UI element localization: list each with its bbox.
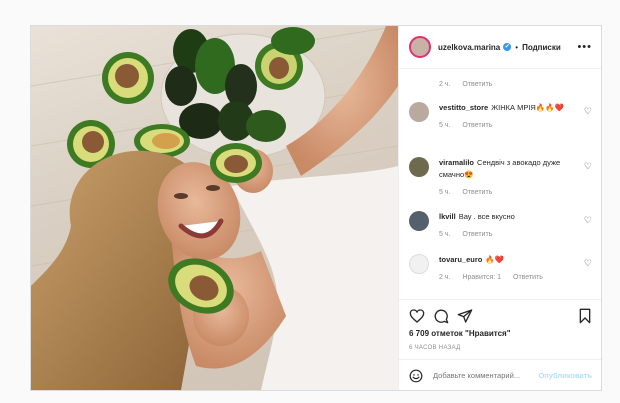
comment-meta: 5 ч. Ответить bbox=[439, 187, 570, 199]
comment-reply-button[interactable]: Ответить bbox=[462, 231, 492, 238]
share-paper-plane-icon[interactable] bbox=[457, 308, 473, 324]
comment-avatar[interactable] bbox=[409, 254, 429, 274]
follow-button[interactable]: Подписки bbox=[522, 43, 561, 52]
comment-body: tovaru_euro 🔥❤️ 2 ч. Нравится: 1 Ответить bbox=[439, 254, 570, 284]
comment-username[interactable]: lkvill bbox=[439, 212, 456, 221]
like-heart-icon[interactable] bbox=[409, 308, 425, 324]
publish-comment-button[interactable]: Опубликовать bbox=[538, 371, 592, 380]
comment-time: 2 ч. bbox=[439, 81, 451, 88]
post-photo[interactable] bbox=[31, 26, 398, 390]
author-username[interactable]: uzelkova.marina bbox=[438, 43, 500, 52]
author-avatar[interactable] bbox=[409, 36, 431, 58]
comment-body: viramalilo Сендвіч з авокадо дуже смачно😍… bbox=[439, 157, 570, 199]
like-comment-heart-icon[interactable]: ♡ bbox=[584, 215, 592, 226]
comment-username[interactable]: viramalilo bbox=[439, 158, 474, 167]
comment-time: 5 ч. bbox=[439, 231, 451, 238]
comment-reply-button[interactable]: Ответить bbox=[462, 81, 492, 88]
comment-input[interactable] bbox=[431, 370, 539, 381]
comment-time: 5 ч. bbox=[439, 189, 451, 196]
comment-username[interactable]: tovaru_euro bbox=[439, 255, 482, 264]
comment-reply-button[interactable]: Ответить bbox=[462, 122, 492, 129]
comment-text: ЖІНКА МРІЯ🔥🔥❤️ bbox=[491, 103, 564, 112]
post-header: uzelkova.marina ✔ • Подписки ••• bbox=[399, 26, 601, 69]
like-comment-heart-icon[interactable]: ♡ bbox=[584, 258, 592, 269]
like-comment-heart-icon[interactable]: ♡ bbox=[584, 106, 592, 117]
comment-text: Вау . все вкусно bbox=[458, 212, 515, 221]
comment-reply-button[interactable]: Ответить bbox=[462, 189, 492, 196]
comment-meta: 5 ч. Ответить bbox=[439, 229, 570, 241]
more-options-icon[interactable]: ••• bbox=[577, 41, 592, 53]
comment-time: 5 ч. bbox=[439, 122, 451, 129]
verified-badge-icon: ✔ bbox=[503, 43, 512, 51]
comment-meta: 2 ч. Ответить bbox=[439, 79, 570, 91]
comment-body: lkvill Вау . все вкусно 5 ч. Ответить bbox=[439, 211, 570, 241]
emoji-smiley-icon[interactable] bbox=[409, 369, 423, 383]
likes-count[interactable]: 6 709 отметок "Нравится" bbox=[409, 329, 511, 338]
comment-bubble-icon[interactable] bbox=[433, 308, 449, 324]
action-icons-row bbox=[409, 308, 592, 326]
comment-avatar[interactable] bbox=[409, 211, 429, 231]
comment-avatar[interactable] bbox=[409, 102, 429, 122]
comment-meta: 2 ч. Нравится: 1 Ответить bbox=[439, 272, 570, 284]
save-bookmark-icon[interactable] bbox=[578, 308, 592, 324]
post-time-ago: 6 ЧАСОВ НАЗАД bbox=[409, 345, 461, 351]
comment-meta: 5 ч. Ответить bbox=[439, 120, 570, 132]
comment-time: 2 ч. bbox=[439, 274, 451, 281]
post-sidebar: uzelkova.marina ✔ • Подписки ••• 2 ч. От… bbox=[398, 26, 601, 390]
header-separator: • bbox=[515, 42, 519, 52]
comment-avatar[interactable] bbox=[409, 157, 429, 177]
post-photo-illustration bbox=[31, 26, 398, 390]
comment-likes-count[interactable]: Нравится: 1 bbox=[462, 274, 501, 281]
instagram-post-modal: uzelkova.marina ✔ • Подписки ••• 2 ч. От… bbox=[30, 25, 602, 391]
comment-body: vestitto_store ЖІНКА МРІЯ🔥🔥❤️ 5 ч. Ответи… bbox=[439, 102, 570, 132]
comments-list[interactable]: 2 ч. Ответить vestitto_store ЖІНКА МРІЯ🔥🔥… bbox=[399, 69, 601, 297]
comment-text: 🔥❤️ bbox=[485, 255, 505, 264]
comment-reply-button[interactable]: Ответить bbox=[513, 274, 543, 281]
comment-username[interactable]: vestitto_store bbox=[439, 103, 488, 112]
add-comment-bar: Опубликовать bbox=[399, 359, 601, 390]
like-comment-heart-icon[interactable]: ♡ bbox=[584, 161, 592, 172]
post-actions: 6 709 отметок "Нравится" 6 ЧАСОВ НАЗАД bbox=[399, 299, 601, 360]
